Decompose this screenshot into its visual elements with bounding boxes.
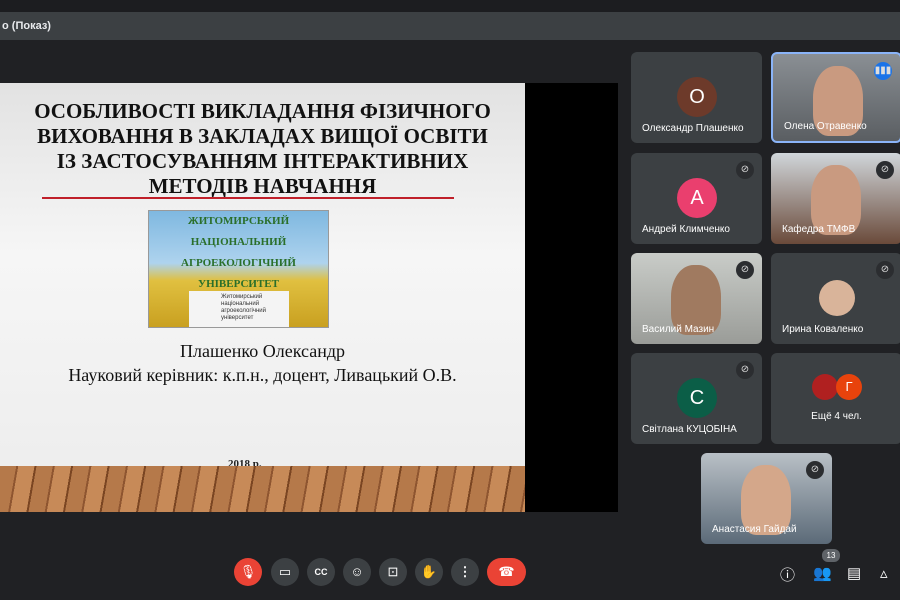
leave-call-button[interactable]: ☎ (487, 558, 526, 586)
divider (42, 197, 454, 199)
participant-tile[interactable]: ⊘ Ирина Коваленко (771, 253, 900, 344)
logo-card: Житомирський національний агроекологічни… (189, 291, 289, 327)
mic-off-icon: ⊘ (876, 161, 894, 179)
avatar: О (677, 77, 717, 117)
camera-button[interactable]: ▭ (271, 558, 299, 586)
avatar: С (677, 378, 717, 418)
presentation-bar: о (Показ) (0, 12, 900, 40)
emoji-button[interactable]: ☺ (343, 558, 371, 586)
participant-name: Василий Мазин (642, 324, 715, 335)
participant-tile[interactable]: ▮▮▮ Олена Отравенко (771, 52, 900, 143)
participant-name: Олена Отравенко (784, 121, 867, 132)
slide-title: ОСОБЛИВОСТІ ВИКЛАДАННЯ ФІЗИЧНОГО ВИХОВАН… (0, 99, 525, 199)
participant-name: Анастасия Гайдай (712, 524, 797, 535)
info-icon[interactable]: ⓘ (780, 564, 795, 585)
participant-name: Кафедра ТМФВ (782, 224, 856, 235)
logo-text: ЖИТОМИРСЬКИЙ (187, 215, 290, 227)
mic-off-icon: ⊘ (736, 261, 754, 279)
more-options-button[interactable]: ⋮ (451, 558, 479, 586)
title-line: ВИХОВАННЯ В ЗАКЛАДАХ ВИЩОЇ ОСВІТИ (37, 124, 488, 148)
participant-tile[interactable]: С ⊘ Світлана КУЦОБІНА (631, 353, 762, 444)
avatar (819, 280, 855, 316)
raise-hand-button[interactable]: ✋ (415, 558, 443, 586)
title-line: ОСОБЛИВОСТІ ВИКЛАДАННЯ ФІЗИЧНОГО (34, 99, 491, 123)
top-bar (0, 0, 900, 12)
title-line: ІЗ ЗАСТОСУВАННЯМ ІНТЕРАКТИВНИХ (56, 149, 469, 173)
participant-tile[interactable]: А ⊘ Андрей Климченко (631, 153, 762, 244)
participant-tile[interactable]: О Олександр Плашенко (631, 52, 762, 143)
participant-name: Ирина Коваленко (782, 324, 864, 335)
presentation-title: о (Показ) (2, 20, 51, 32)
participant-name: Олександр Плашенко (642, 123, 744, 134)
title-line: МЕТОДІВ НАВЧАННЯ (148, 174, 377, 198)
present-button[interactable]: ⊡ (379, 558, 407, 586)
author-name: Плашенко Олександр (179, 341, 346, 361)
shared-slide: ОСОБЛИВОСТІ ВИКЛАДАННЯ ФІЗИЧНОГО ВИХОВАН… (0, 83, 525, 512)
wooden-floor (0, 466, 525, 512)
speaking-icon: ▮▮▮ (874, 62, 892, 80)
activities-icon[interactable]: ▵ (880, 564, 888, 582)
avatar: А (677, 178, 717, 218)
mic-off-icon: ⊘ (876, 261, 894, 279)
participant-name: Світлана КУЦОБІНА (642, 424, 737, 435)
people-icon[interactable]: 👥 (813, 564, 832, 582)
university-logo: ЖИТОМИРСЬКИЙ НАЦІОНАЛЬНИЙ АГРОЕКОЛОГІЧНИ… (148, 210, 329, 328)
avatar: Г (836, 374, 862, 400)
participant-tile[interactable]: ⊘ Кафедра ТМФВ (771, 153, 900, 244)
mic-off-button[interactable]: 🎙 (234, 558, 262, 586)
supervisor: Науковий керівник: к.п.н., доцент, Ливац… (68, 365, 457, 385)
slide-letterbox (525, 83, 618, 512)
participant-tile[interactable]: ⊘ Анастасия Гайдай (701, 453, 832, 544)
chat-icon[interactable]: ▤ (847, 564, 861, 582)
participant-name: Андрей Климченко (642, 224, 730, 235)
captions-button[interactable]: CC (307, 558, 335, 586)
logo-text: НАЦІОНАЛЬНИЙ (190, 236, 287, 248)
mic-off-icon: ⊘ (736, 161, 754, 179)
participant-tile[interactable]: ⊘ Василий Мазин (631, 253, 762, 344)
avatar (812, 374, 838, 400)
mic-off-icon: ⊘ (736, 361, 754, 379)
logo-text: АГРОЕКОЛОГІЧНИЙ (181, 257, 296, 269)
participants-count-badge: 13 (822, 549, 840, 562)
mic-off-icon: ⊘ (806, 461, 824, 479)
more-count: Ещё 4 чел. (811, 411, 862, 422)
more-participants-tile[interactable]: Г Ещё 4 чел. (771, 353, 900, 444)
